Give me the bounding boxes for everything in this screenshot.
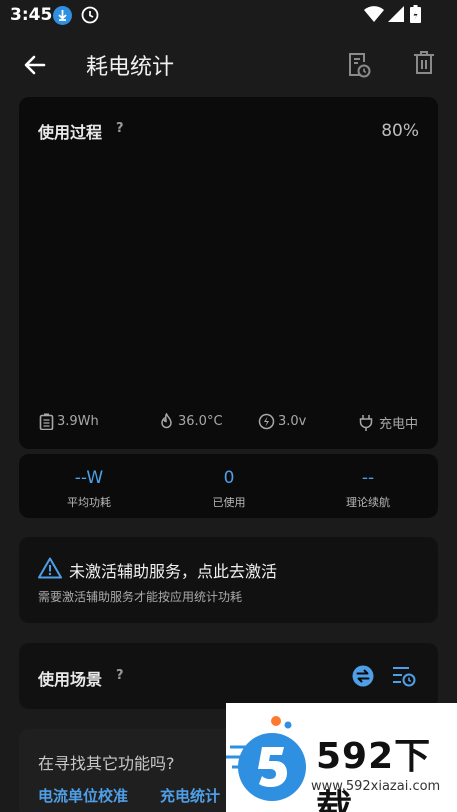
summary-card: --W 平均功耗 0 已使用 -- 理论续航 bbox=[19, 454, 438, 518]
find-more-title: 在寻找其它功能吗? bbox=[38, 754, 175, 773]
wifi-icon bbox=[364, 6, 384, 26]
switch-icon[interactable] bbox=[352, 665, 374, 691]
avg-power-label: 平均功耗 bbox=[67, 496, 111, 509]
signal-icon bbox=[388, 6, 404, 26]
battery-stat-icon bbox=[39, 413, 54, 430]
endurance-value: -- bbox=[361, 468, 375, 488]
temperature-stat: 36.0°C bbox=[158, 413, 223, 430]
used-label: 已使用 bbox=[212, 496, 246, 509]
endurance-label: 理论续航 bbox=[346, 496, 390, 509]
watermark-logo-icon bbox=[226, 716, 306, 801]
flame-icon bbox=[161, 413, 172, 429]
usage-help-icon[interactable]: ? bbox=[116, 121, 124, 136]
delete-icon[interactable] bbox=[413, 50, 435, 80]
warning-title: 未激活辅助服务，点此去激活 bbox=[69, 562, 278, 581]
clock-icon bbox=[81, 6, 99, 24]
status-time: 3:45 bbox=[10, 5, 53, 25]
avg-power-value: --W bbox=[74, 468, 104, 488]
charge-stats-link[interactable]: 充电统计 bbox=[160, 785, 220, 806]
energy-stat: 3.9Wh bbox=[39, 413, 99, 430]
status-bar: 3:45 bbox=[0, 0, 457, 32]
endurance-item: -- 理论续航 bbox=[298, 468, 438, 510]
warning-subtitle: 需要激活辅助服务才能按应用统计功耗 bbox=[38, 590, 243, 604]
page-title: 耗电统计 bbox=[86, 55, 175, 80]
avg-power-item: --W 平均功耗 bbox=[19, 468, 159, 510]
charging-stat: 充电中 bbox=[358, 413, 418, 432]
watermark: 592下载 www.592xiazai.com bbox=[226, 703, 457, 812]
battery-icon bbox=[410, 5, 421, 27]
usage-scene-title: 使用场景 bbox=[38, 670, 103, 689]
watermark-url: www.592xiazai.com bbox=[311, 779, 441, 794]
usage-scene-card: 使用场景 ? bbox=[19, 643, 438, 709]
watermark-brand: 592下载 bbox=[316, 736, 432, 812]
back-arrow-icon[interactable] bbox=[22, 52, 48, 78]
battery-percent: 80% bbox=[381, 121, 419, 141]
usage-process-title: 使用过程 bbox=[38, 123, 103, 142]
energy-value: 3.9Wh bbox=[57, 414, 99, 429]
used-item: 0 已使用 bbox=[159, 468, 299, 510]
voltage-icon bbox=[258, 413, 275, 430]
current-calibration-link[interactable]: 电流单位校准 bbox=[38, 785, 128, 806]
app-bar: 耗电统计 bbox=[0, 34, 457, 94]
voltage-value: 3.0v bbox=[278, 414, 307, 429]
schedule-list-icon[interactable] bbox=[392, 665, 416, 691]
voltage-stat: 3.0v bbox=[258, 413, 306, 430]
warning-icon bbox=[38, 557, 62, 583]
charging-status: 充电中 bbox=[379, 417, 419, 432]
accessibility-warning-card[interactable]: 未激活辅助服务，点此去激活 需要激活辅助服务才能按应用统计功耗 bbox=[19, 537, 438, 623]
temperature-value: 36.0°C bbox=[178, 414, 223, 429]
plug-icon bbox=[359, 414, 373, 431]
download-icon bbox=[53, 6, 72, 25]
usage-process-card: 使用过程 ? 80% 3.9Wh 36.0°C 3.0v 充电中 bbox=[19, 97, 438, 449]
used-value: 0 bbox=[223, 468, 235, 488]
history-file-icon[interactable] bbox=[346, 51, 372, 83]
scene-help-icon[interactable]: ? bbox=[116, 668, 124, 683]
